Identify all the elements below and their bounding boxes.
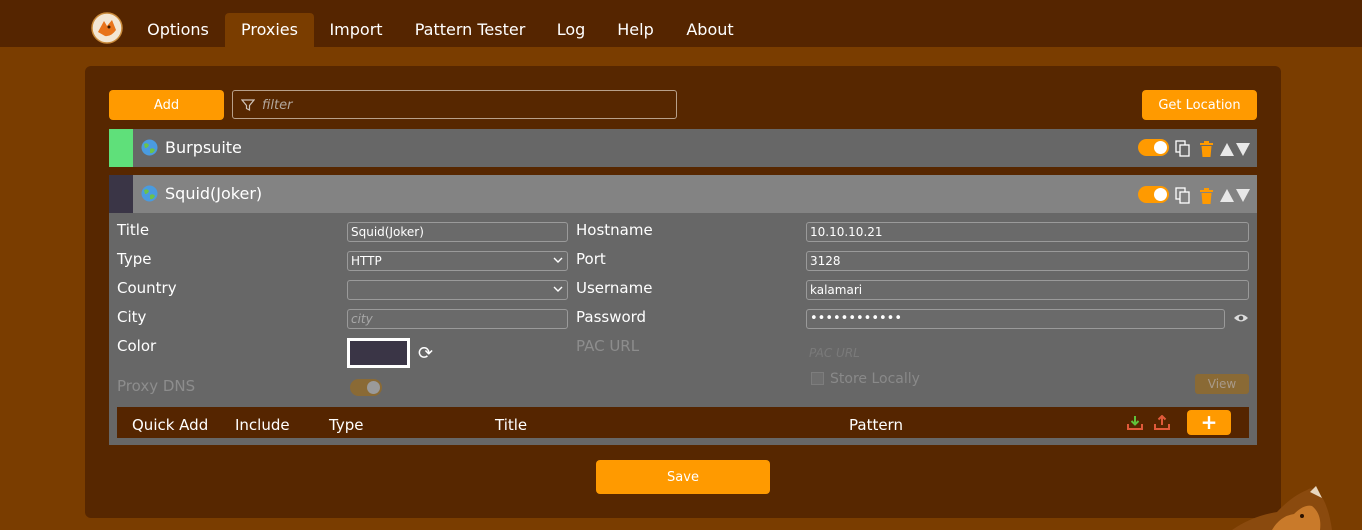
proxy-row-burpsuite[interactable]: Burpsuite: [109, 129, 1257, 167]
color-swatch[interactable]: [347, 338, 410, 368]
copy-icon[interactable]: [1175, 140, 1190, 157]
tab-pattern-tester[interactable]: Pattern Tester: [398, 13, 542, 47]
password-field[interactable]: ••••••••••••: [806, 309, 1225, 329]
patterns-header: Quick Add Include Type Title Pattern +: [117, 407, 1249, 438]
store-locally-label: Store Locally: [830, 371, 920, 387]
tab-help[interactable]: Help: [600, 13, 671, 47]
port-field[interactable]: 3128: [806, 251, 1249, 271]
save-button[interactable]: Save: [596, 460, 770, 494]
header-title: Title: [495, 416, 528, 434]
type-select[interactable]: HTTP: [347, 251, 568, 271]
color-label: Color: [117, 337, 157, 355]
move-down-icon[interactable]: [1236, 189, 1250, 202]
get-location-button[interactable]: Get Location: [1142, 90, 1257, 120]
export-patterns-icon[interactable]: [1154, 415, 1170, 430]
globe-icon: [141, 185, 158, 202]
store-locally-checkbox[interactable]: [811, 372, 824, 385]
username-label: Username: [576, 279, 653, 297]
add-pattern-button[interactable]: +: [1187, 410, 1231, 435]
pac-url-label: PAC URL: [576, 337, 640, 355]
hostname-label: Hostname: [576, 221, 653, 239]
show-password-icon[interactable]: [1233, 312, 1249, 324]
add-button[interactable]: Add: [109, 90, 224, 120]
proxy-dns-label: Proxy DNS: [117, 377, 196, 395]
proxy-title: Squid(Joker): [165, 184, 263, 203]
filter-input[interactable]: [260, 95, 664, 116]
tab-import[interactable]: Import: [314, 13, 398, 47]
hostname-field[interactable]: 10.10.10.21: [806, 222, 1249, 242]
chevron-down-icon: [553, 286, 563, 292]
proxy-color-strip: [109, 129, 133, 167]
tab-log[interactable]: Log: [542, 13, 600, 47]
proxy-enable-toggle[interactable]: [1138, 186, 1169, 203]
header-include: Include: [235, 416, 290, 434]
filter-box: [232, 90, 677, 119]
move-up-icon[interactable]: [1220, 189, 1234, 202]
title-field[interactable]: Squid(Joker): [347, 222, 568, 242]
port-label: Port: [576, 250, 606, 268]
chevron-down-icon: [553, 257, 563, 263]
proxy-title: Burpsuite: [165, 138, 242, 157]
type-select-value: HTTP: [351, 254, 382, 268]
proxy-enable-toggle[interactable]: [1138, 139, 1169, 156]
move-down-icon[interactable]: [1236, 143, 1250, 156]
country-select[interactable]: [347, 280, 568, 300]
proxy-color-strip: [109, 175, 133, 213]
globe-icon: [141, 139, 158, 156]
delete-icon[interactable]: [1199, 141, 1214, 158]
move-up-icon[interactable]: [1220, 143, 1234, 156]
delete-icon[interactable]: [1199, 188, 1214, 205]
city-label: City: [117, 308, 147, 326]
header-pattern: Pattern: [849, 416, 903, 434]
proxy-row-squid[interactable]: Squid(Joker): [109, 175, 1257, 213]
foxyproxy-logo-icon: [91, 12, 123, 44]
view-button[interactable]: View: [1195, 374, 1249, 394]
username-field[interactable]: kalamari: [806, 280, 1249, 300]
header-type: Type: [329, 416, 364, 434]
refresh-icon[interactable]: ⟳: [418, 345, 436, 363]
title-label: Title: [117, 221, 150, 239]
city-field[interactable]: city: [347, 309, 568, 329]
tab-proxies[interactable]: Proxies: [225, 13, 314, 47]
country-label: Country: [117, 279, 177, 297]
tab-options[interactable]: Options: [131, 13, 225, 47]
password-label: Password: [576, 308, 647, 326]
tab-about[interactable]: About: [671, 13, 749, 47]
filter-icon: [241, 99, 255, 111]
type-label: Type: [117, 250, 152, 268]
top-nav: Options Proxies Import Pattern Tester Lo…: [0, 0, 1362, 47]
import-patterns-icon[interactable]: [1127, 415, 1143, 430]
proxy-dns-toggle[interactable]: [350, 379, 382, 396]
copy-icon[interactable]: [1175, 187, 1190, 204]
header-quick-add: Quick Add: [132, 416, 209, 434]
fox-mascot-icon: [1232, 486, 1332, 530]
pac-url-field[interactable]: PAC URL: [809, 346, 860, 360]
